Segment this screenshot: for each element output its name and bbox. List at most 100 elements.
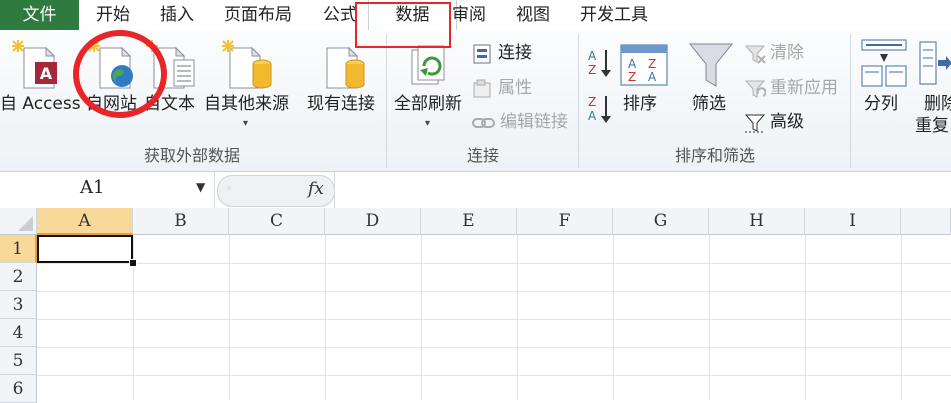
- name-box-value: A1: [80, 177, 105, 198]
- reapply-button: 重新应用: [744, 77, 874, 101]
- select-all-triangle-icon: [18, 216, 33, 231]
- highlight-circle-from-web: [73, 30, 167, 118]
- menu-bar: 文件 开始 插入 页面布局 公式 数据 审阅 视图 开发工具: [0, 0, 951, 31]
- select-all-corner[interactable]: [0, 208, 37, 235]
- row-header-1[interactable]: 1: [0, 235, 37, 263]
- svg-text:Z: Z: [588, 95, 596, 109]
- text-to-columns-icon: [861, 39, 907, 87]
- formula-input[interactable]: [334, 172, 951, 208]
- worksheet-grid: A B C D E F G H I J 1 2 3 4 5 6: [0, 208, 951, 403]
- from-access-label: 自 Access: [0, 94, 81, 114]
- clear-filter-icon: [744, 45, 766, 64]
- group-separator: [386, 34, 387, 168]
- gridline: [37, 319, 951, 320]
- insert-function-icon[interactable]: fx: [308, 179, 324, 199]
- sort-button[interactable]: A Z Z A 排序: [616, 34, 672, 142]
- advanced-filter-icon: [744, 114, 766, 133]
- tab-file[interactable]: 文件: [0, 0, 79, 30]
- reapply-label: 重新应用: [770, 78, 838, 98]
- sort-za-icon: Z A: [588, 95, 611, 123]
- row-header-2[interactable]: 2: [0, 263, 37, 291]
- sort-ascending-button[interactable]: A Z: [586, 46, 614, 80]
- group-label-get-external-data: 获取外部数据: [143, 146, 240, 165]
- formula-buttons-capsule: ◦ fx: [217, 175, 335, 207]
- column-header-c[interactable]: C: [229, 208, 325, 235]
- column-header-j[interactable]: J: [901, 208, 951, 235]
- edit-links-button: 编辑链接: [472, 111, 580, 135]
- filter-button[interactable]: 筛选: [684, 34, 740, 142]
- connections-button[interactable]: 连接: [472, 42, 572, 66]
- column-header-b[interactable]: B: [133, 208, 229, 235]
- column-header-g[interactable]: G: [613, 208, 709, 235]
- svg-text:A: A: [588, 109, 597, 123]
- edit-links-label: 编辑链接: [500, 112, 568, 132]
- reapply-icon: [744, 80, 766, 98]
- gridline: [37, 347, 951, 348]
- column-header-h[interactable]: H: [709, 208, 805, 235]
- gridline: [613, 235, 614, 399]
- sort-descending-button[interactable]: Z A: [586, 92, 614, 126]
- tab-formulas[interactable]: 公式: [323, 0, 357, 30]
- column-header-i[interactable]: I: [805, 208, 901, 235]
- remove-duplicates-button[interactable]: 删除 重复: [914, 34, 951, 142]
- tab-developer[interactable]: 开发工具: [580, 0, 648, 30]
- svg-text:A: A: [588, 49, 597, 63]
- svg-text:Z: Z: [628, 70, 636, 84]
- chevron-down-icon[interactable]: ▼: [196, 180, 205, 194]
- from-other-sources-button[interactable]: 自其他来源 ▾: [202, 34, 298, 142]
- connections-icon: [473, 44, 491, 64]
- selected-cell-a1[interactable]: [37, 235, 133, 263]
- remove-duplicates-label-1: 删除: [924, 94, 951, 114]
- row-header-4[interactable]: 4: [0, 319, 37, 347]
- highlight-box-data-tab: [355, 2, 451, 48]
- text-to-columns-label: 分列: [864, 94, 898, 114]
- column-header-e[interactable]: E: [421, 208, 517, 235]
- refresh-all-button[interactable]: 全部刷新 ▾: [392, 34, 468, 142]
- fill-handle[interactable]: [129, 259, 137, 267]
- text-to-columns-button[interactable]: 分列: [856, 34, 912, 142]
- existing-connections-label: 现有连接: [307, 94, 375, 114]
- tab-review[interactable]: 审阅: [452, 0, 486, 30]
- existing-connections-button[interactable]: 现有连接: [305, 34, 383, 142]
- tab-insert[interactable]: 插入: [160, 0, 194, 30]
- sort-az-icon: A Z: [588, 49, 611, 77]
- from-other-sources-label: 自其他来源: [204, 94, 289, 114]
- tab-home[interactable]: 开始: [96, 0, 130, 30]
- group-separator: [578, 34, 579, 168]
- name-box[interactable]: A1 ▼: [0, 172, 215, 208]
- gridline: [325, 235, 326, 399]
- properties-button: 属性: [472, 77, 572, 101]
- access-db-icon: A: [12, 40, 57, 89]
- tab-page-layout[interactable]: 页面布局: [224, 0, 292, 30]
- properties-icon: [473, 79, 491, 98]
- properties-label: 属性: [498, 78, 532, 98]
- gridline: [517, 235, 518, 399]
- svg-text:A: A: [40, 64, 53, 83]
- column-header-f[interactable]: F: [517, 208, 613, 235]
- other-sources-icon: [222, 40, 272, 89]
- remove-duplicates-icon: [919, 41, 951, 85]
- link-icon: [472, 118, 495, 128]
- gridline: [37, 291, 951, 292]
- group-label-sort-filter: 排序和筛选: [674, 146, 755, 165]
- connections-label: 连接: [498, 43, 532, 63]
- row-header-3[interactable]: 3: [0, 291, 37, 319]
- column-header-d[interactable]: D: [325, 208, 421, 235]
- formula-bar: A1 ▼ ◦ fx: [0, 172, 951, 209]
- filter-label: 筛选: [692, 94, 726, 114]
- svg-text:Z: Z: [648, 57, 656, 71]
- svg-text:Z: Z: [588, 63, 596, 77]
- tab-view[interactable]: 视图: [516, 0, 550, 30]
- gridline: [421, 235, 422, 399]
- svg-text:A: A: [628, 57, 637, 71]
- sort-dialog-icon: A Z Z A: [620, 44, 668, 86]
- row-header-5[interactable]: 5: [0, 347, 37, 375]
- sort-label: 排序: [623, 94, 657, 114]
- gridline: [805, 235, 806, 399]
- resize-handle-icon[interactable]: ◦: [226, 182, 233, 196]
- clear-filter-label: 清除: [770, 43, 804, 63]
- gridline: [37, 263, 951, 264]
- clear-filter-button: 清除: [744, 42, 844, 66]
- advanced-filter-button[interactable]: 高级: [744, 111, 844, 135]
- column-header-a[interactable]: A: [37, 208, 133, 235]
